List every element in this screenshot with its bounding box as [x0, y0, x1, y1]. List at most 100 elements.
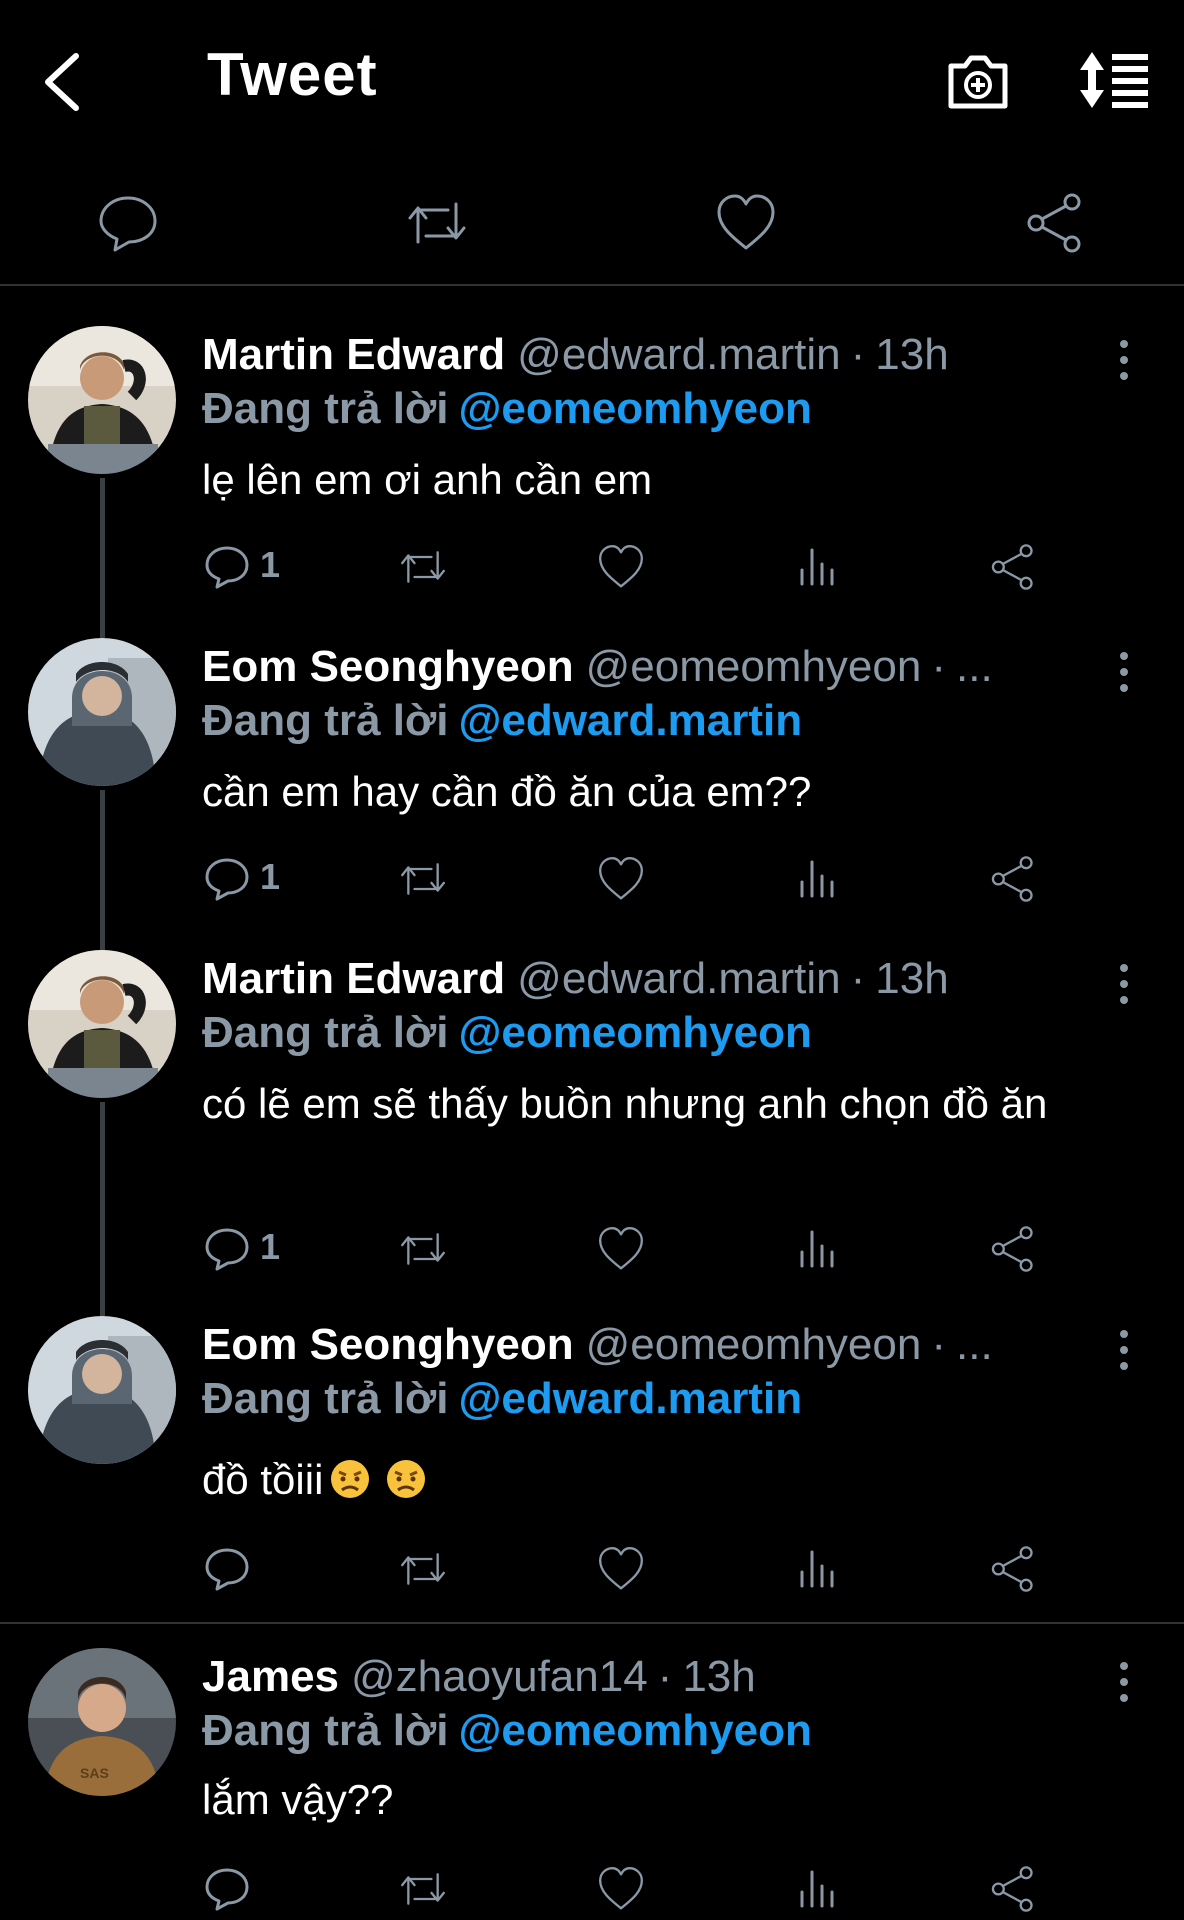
display-name[interactable]: James: [202, 1652, 339, 1701]
like-button[interactable]: [594, 540, 648, 594]
share-button[interactable]: [986, 1862, 1040, 1916]
more-vertical-icon: [1120, 1662, 1128, 1702]
share-button[interactable]: [986, 1542, 1040, 1596]
like-button[interactable]: [594, 1222, 648, 1276]
tweet-text-row: đồ tồiii: [202, 1452, 1122, 1508]
analytics-icon: [800, 548, 834, 586]
reply-icon: [99, 196, 157, 252]
tweet-meta: Martin Edward @edward.martin · 13h: [202, 954, 949, 1004]
separator-dot: ·: [931, 642, 946, 691]
display-name[interactable]: Eom Seonghyeon: [202, 1320, 574, 1369]
user-handle: @edward.martin: [517, 330, 841, 379]
tweet-actions: 1: [202, 852, 1062, 906]
more-button[interactable]: [1110, 336, 1138, 384]
tweet[interactable]: Martin Edward @edward.martin · 13h Đang trả…: [0, 950, 1184, 1310]
retweet-icon: [401, 1233, 445, 1265]
analytics-icon: [800, 1230, 834, 1268]
reply-icon: [205, 546, 249, 589]
tweet[interactable]: Eom Seonghyeon @eomeomhyeon ·... Đang trả …: [0, 638, 1184, 938]
more-button[interactable]: [1110, 1326, 1138, 1374]
replying-to: Đang trả lời @eomeomhyeon: [202, 1706, 812, 1756]
avatar[interactable]: [28, 950, 176, 1098]
analytics-button[interactable]: [790, 1862, 844, 1916]
angry-face-emoji: [387, 1460, 426, 1498]
analytics-icon: [800, 1550, 834, 1588]
timestamp: ...: [956, 1320, 993, 1369]
share-button[interactable]: [986, 1222, 1040, 1276]
sort-list-icon: [1080, 52, 1148, 108]
reply-mention-link[interactable]: @edward.martin: [458, 1374, 802, 1423]
analytics-button[interactable]: [790, 852, 844, 906]
reply-icon: [205, 1868, 249, 1911]
like-icon: [599, 1227, 643, 1270]
analytics-button[interactable]: [790, 1542, 844, 1596]
replying-to-label: Đang trả lời: [202, 1706, 449, 1755]
reply-button[interactable]: [202, 1542, 262, 1596]
share-icon: [991, 544, 1033, 590]
more-button[interactable]: [1110, 1658, 1138, 1706]
like-icon: [599, 1547, 643, 1590]
tweet-meta: Martin Edward @edward.martin · 13h: [202, 330, 949, 380]
separator-dot: ·: [850, 330, 866, 379]
tweet-text: có lẽ em sẽ thấy buồn nhưng anh chọn đồ …: [202, 1080, 1048, 1127]
tweet[interactable]: Martin Edward @edward.martin · 13h Đang trả…: [0, 326, 1184, 626]
retweet-button[interactable]: [402, 188, 472, 258]
reply-mention-link[interactable]: @edward.martin: [458, 696, 802, 745]
analytics-button[interactable]: [790, 540, 844, 594]
reply-mention-link[interactable]: @eomeomhyeon: [458, 384, 811, 433]
avatar[interactable]: [28, 326, 176, 474]
like-button[interactable]: [594, 852, 648, 906]
retweet-button[interactable]: [396, 540, 452, 594]
separator-dot: ·: [850, 954, 866, 1003]
reply-mention-link[interactable]: @eomeomhyeon: [458, 1008, 811, 1057]
analytics-icon: [800, 860, 834, 898]
reply-button[interactable]: 1: [202, 852, 312, 906]
retweet-button[interactable]: [396, 852, 452, 906]
tweet[interactable]: SAS James @zhaoyufan14 · 13h Đang trả lời @e…: [0, 1648, 1184, 1920]
analytics-button[interactable]: [790, 1222, 844, 1276]
retweet-button[interactable]: [396, 1542, 452, 1596]
page-title: Tweet: [207, 41, 378, 108]
reply-mention-link[interactable]: @eomeomhyeon: [458, 1706, 811, 1755]
replying-to-label: Đang trả lời: [202, 1374, 449, 1423]
timestamp: ...: [956, 642, 993, 691]
camera-button[interactable]: [945, 48, 1011, 114]
share-button[interactable]: [1020, 188, 1090, 258]
share-button[interactable]: [986, 852, 1040, 906]
divider: [0, 284, 1184, 286]
reply-button[interactable]: [202, 1862, 262, 1916]
back-button[interactable]: [36, 46, 92, 118]
display-name[interactable]: Martin Edward: [202, 954, 505, 1003]
more-button[interactable]: [1110, 648, 1138, 696]
avatar[interactable]: [28, 1316, 176, 1464]
analytics-icon: [800, 1870, 834, 1908]
more-button[interactable]: [1110, 960, 1138, 1008]
tweet-text: lẹ lên em ơi anh cần em: [202, 456, 653, 503]
reply-button[interactable]: 1: [202, 1222, 312, 1276]
share-button[interactable]: [986, 540, 1040, 594]
tweet-actions: [202, 1862, 1062, 1916]
chevron-left-icon: [45, 53, 79, 111]
avatar[interactable]: [28, 638, 176, 786]
like-button[interactable]: [594, 1542, 648, 1596]
replying-to-label: Đang trả lời: [202, 696, 449, 745]
retweet-icon: [401, 1553, 445, 1585]
display-name[interactable]: Martin Edward: [202, 330, 505, 379]
retweet-button[interactable]: [396, 1862, 452, 1916]
retweet-button[interactable]: [396, 1222, 452, 1276]
reply-button[interactable]: [93, 188, 163, 258]
like-button[interactable]: [711, 188, 781, 258]
reply-button[interactable]: 1: [202, 540, 312, 594]
tweet[interactable]: Eom Seonghyeon @eomeomhyeon ·... Đang trả …: [0, 1316, 1184, 1616]
tweet-meta: Eom Seonghyeon @eomeomhyeon ·...: [202, 1320, 993, 1370]
like-button[interactable]: [594, 1862, 648, 1916]
more-vertical-icon: [1120, 652, 1128, 692]
svg-text:SAS: SAS: [80, 1765, 109, 1781]
display-name[interactable]: Eom Seonghyeon: [202, 642, 574, 691]
reply-icon: [205, 858, 249, 901]
replying-to-label: Đang trả lời: [202, 384, 449, 433]
replying-to: Đang trả lời @edward.martin: [202, 696, 802, 746]
sort-button[interactable]: [1078, 50, 1150, 110]
avatar[interactable]: SAS: [28, 1648, 176, 1796]
share-icon: [991, 856, 1033, 902]
